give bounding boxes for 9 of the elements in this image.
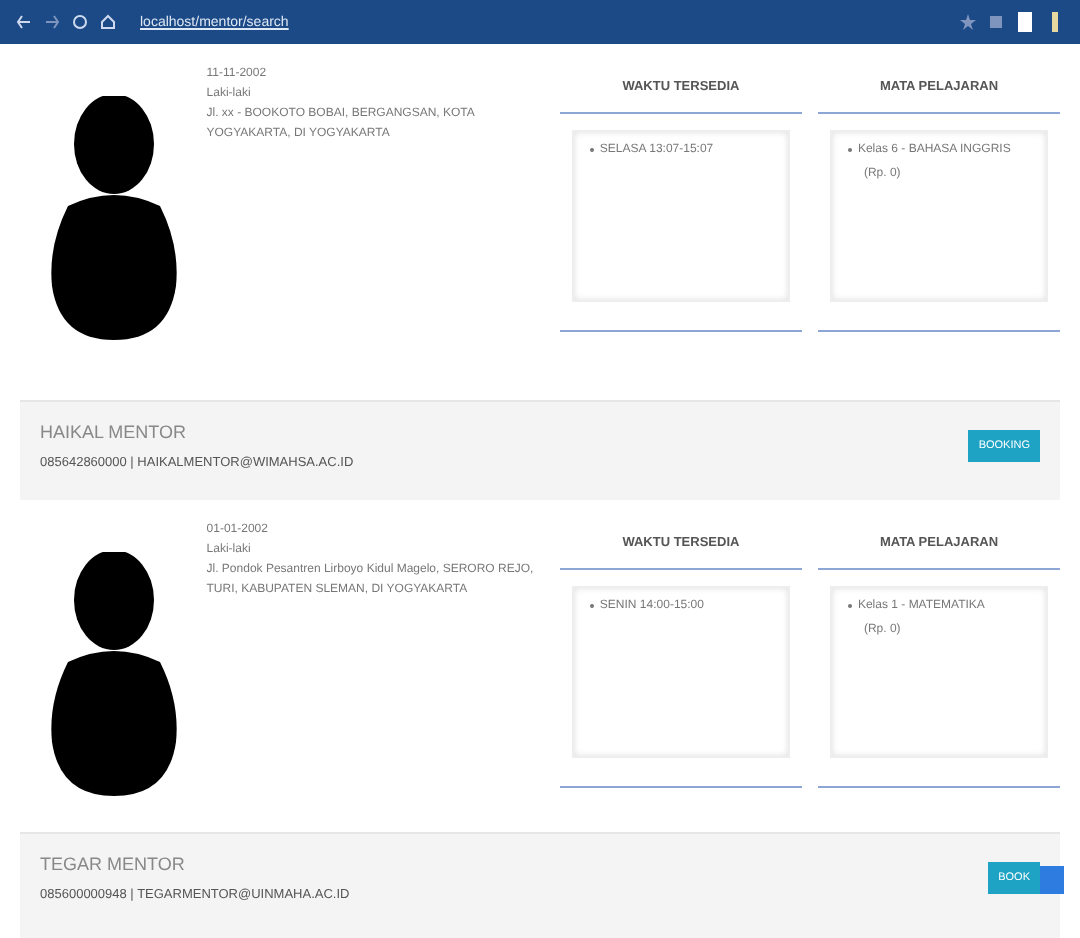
mentor-name: HAIKAL MENTOR (40, 422, 189, 442)
reload-icon[interactable] (72, 14, 88, 30)
mentor-name: TEGAR MENTOR (40, 854, 187, 874)
star-icon[interactable] (960, 14, 976, 30)
back-icon[interactable] (16, 14, 32, 30)
person-silhouette-icon (47, 552, 180, 796)
person-silhouette-icon (47, 96, 180, 340)
forward-icon[interactable] (44, 14, 60, 30)
home-icon[interactable] (100, 14, 116, 30)
